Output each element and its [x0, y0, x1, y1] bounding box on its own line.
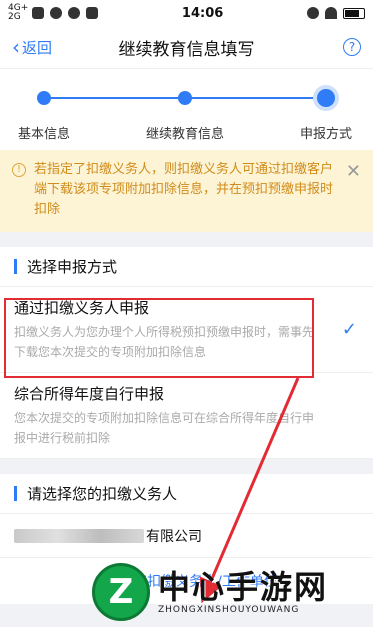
back-label: 返回: [22, 38, 53, 57]
status-bar: 4G+ 2G 14:06: [0, 0, 373, 26]
watermark-text: 中心手游网 ZHONGXINSHOUYOUWANG: [158, 569, 328, 615]
progress-steps: 基本信息 继续教育信息 申报方式: [0, 68, 373, 150]
video-icon: [86, 7, 99, 19]
company-suffix: 有限公司: [146, 528, 202, 545]
step-label-education: 继续教育信息: [146, 127, 225, 142]
watermark-logo: Z: [92, 563, 150, 621]
declare-section-header: 选择申报方式: [0, 247, 373, 287]
option-self-declare[interactable]: 综合所得年度自行申报 您本次提交的专项附加扣除信息可在综合所得年度自行申报中进行…: [0, 373, 373, 459]
signal-2g-label: 2G: [8, 12, 21, 22]
watermark-sub: ZHONGXINSHOUYOUWANG: [158, 605, 300, 615]
battery-icon: [343, 7, 365, 19]
section-marker: [14, 259, 17, 274]
company-item[interactable]: 有限公司: [0, 514, 373, 558]
step-dot-3: [317, 89, 335, 107]
checkmark-icon: ✓: [341, 319, 357, 340]
annotation-highlight-box: [4, 298, 314, 378]
mail-icon: [32, 7, 45, 19]
withholder-section-header: 请选择您的扣缴义务人: [0, 474, 373, 514]
warning-icon: !: [12, 163, 26, 177]
notification-icons: [32, 7, 99, 19]
page-title: 继续教育信息填写: [118, 39, 255, 60]
redacted-company-name: [14, 528, 144, 543]
section-title: 请选择您的扣缴义务人: [27, 485, 178, 503]
section-title: 选择申报方式: [27, 258, 118, 276]
back-button[interactable]: ‹ 返回: [12, 37, 52, 58]
app-icon: [50, 7, 63, 19]
chevron-left-icon: ‹: [12, 35, 20, 59]
wifi-icon: [325, 7, 337, 19]
clock: 14:06: [181, 5, 224, 21]
navigation-bar: ‹ 返回 继续教育信息填写 ?: [0, 26, 373, 68]
step-dot-1: [37, 91, 51, 105]
close-icon[interactable]: ✕: [346, 162, 361, 182]
step-label-declare: 申报方式: [300, 127, 353, 142]
alarm-icon: [307, 7, 319, 19]
option-title: 综合所得年度自行申报: [14, 385, 165, 403]
step-dot-2: [178, 91, 192, 105]
notice-text: 若指定了扣缴义务人，则扣缴义务人可通过扣缴客户端下载该项专项附加扣除信息，并在预…: [34, 162, 334, 217]
question-icon[interactable]: ?: [343, 38, 361, 56]
watermark-main: 中心手游网: [158, 568, 329, 606]
watermark: Z 中心手游网 ZHONGXINSHOUYOUWANG: [92, 560, 362, 624]
app2-icon: [68, 7, 81, 19]
system-icons: [307, 7, 365, 19]
notice-banner: ! 若指定了扣缴义务人，则扣缴义务人可通过扣缴客户端下载该项专项附加扣除信息，并…: [0, 150, 373, 232]
section-marker: [14, 486, 17, 501]
step-label-basic: 基本信息: [18, 127, 71, 142]
option-desc: 您本次提交的专项附加扣除信息可在综合所得年度自行申报中进行税前扣除: [14, 411, 315, 445]
signal-indicator: 4G+ 2G: [8, 4, 28, 22]
